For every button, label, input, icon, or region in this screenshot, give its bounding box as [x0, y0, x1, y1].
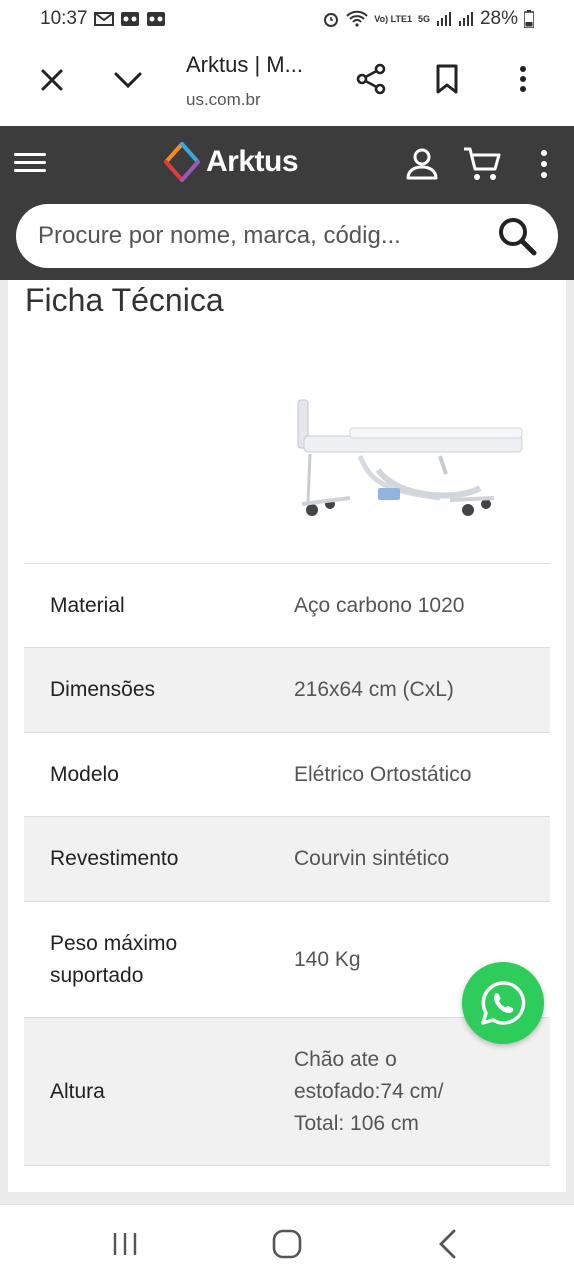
status-left: 10:37: [40, 8, 166, 30]
page-title: Arktus | M...: [186, 52, 303, 77]
product-image[interactable]: [290, 370, 530, 540]
whatsapp-button[interactable]: [462, 962, 544, 1044]
arktus-logo-icon: [164, 142, 200, 182]
wifi-icon: [346, 10, 368, 27]
close-icon: [41, 69, 63, 91]
bookmark-button[interactable]: [428, 60, 466, 98]
signal-icon: [436, 12, 451, 26]
spec-row: Dimensões 216x64 cm (CxL): [24, 648, 550, 733]
spec-label: Peso máximo suportado: [50, 931, 178, 987]
section-title: Ficha Técnica: [25, 282, 224, 318]
spec-label: Dimensões: [50, 678, 156, 701]
spec-value: 216x64 cm (CxL): [294, 678, 454, 701]
volte-label: Vo) LTE1: [374, 13, 412, 24]
search-icon: [499, 218, 537, 256]
browser-toolbar: Arktus | M... us.com.br: [0, 38, 574, 126]
minimize-button[interactable]: [110, 62, 146, 98]
site-logo[interactable]: Arktus: [162, 142, 299, 182]
network-label: 5G: [417, 13, 430, 24]
alarm-icon: [324, 13, 339, 27]
more-vert-icon-2: [541, 150, 547, 178]
search-input[interactable]: [38, 222, 494, 250]
cart-button[interactable]: [462, 144, 502, 184]
spec-row: Altura Chão ate o estofado:74 cm/ Total:…: [24, 1018, 550, 1166]
spec-value: Elétrico Ortostático: [294, 762, 472, 786]
share-button[interactable]: [352, 60, 390, 98]
account-button[interactable]: [404, 146, 440, 182]
site-header: Arktus: [0, 126, 574, 280]
site-more-button[interactable]: [530, 146, 558, 182]
close-tab-button[interactable]: [34, 62, 70, 98]
android-nav-bar: [0, 1204, 574, 1280]
battery-percent: 28%: [479, 8, 518, 29]
spec-label: Modelo: [50, 762, 119, 786]
status-right: Vo) LTE1 5G 28%: [322, 8, 534, 30]
share-icon: [356, 63, 386, 95]
signal-icon-2: [458, 12, 473, 26]
page-url[interactable]: us.com.br: [186, 90, 261, 110]
voicemail-icon: [120, 12, 139, 26]
back-icon: [439, 1229, 456, 1259]
spec-value: Chão ate o estofado:74 cm/ Total: 106 cm: [294, 1047, 444, 1135]
spec-table: Material Aço carbono 1020 Dimensões 216x…: [24, 563, 550, 1166]
battery-icon: [524, 10, 534, 28]
home-icon: [272, 1229, 302, 1259]
spec-row: Modelo Elétrico Ortostático: [24, 733, 550, 817]
spec-label: Altura: [50, 1079, 105, 1103]
spec-value: Courvin sintético: [294, 847, 450, 870]
spec-card: Ficha Técnica Material Aço carbono 1020 …: [8, 280, 566, 1192]
back-button[interactable]: [434, 1227, 462, 1261]
user-icon: [406, 148, 438, 180]
home-button[interactable]: [270, 1227, 304, 1261]
recents-icon: [113, 1233, 137, 1255]
gmail-icon: [93, 12, 114, 26]
spec-value: Aço carbono 1020: [294, 593, 465, 617]
spec-row: Material Aço carbono 1020: [24, 564, 550, 648]
shopping-cart-icon: [464, 147, 501, 180]
more-vert-icon: [520, 66, 526, 92]
recents-button[interactable]: [110, 1229, 140, 1259]
status-bar: 10:37 Vo) LTE1 5G 28%: [0, 0, 574, 38]
logo-text: Arktus: [206, 145, 299, 178]
whatsapp-icon: [481, 981, 526, 1025]
status-time: 10:37: [40, 8, 88, 29]
chevron-down-icon: [114, 72, 142, 89]
search-button[interactable]: [494, 213, 540, 259]
hamburger-menu-button[interactable]: [14, 148, 50, 180]
spec-label: Material: [50, 593, 125, 617]
voicemail-icon-2: [146, 12, 165, 26]
browser-menu-button[interactable]: [504, 60, 542, 98]
bookmark-icon: [436, 64, 458, 94]
spec-row: Revestimento Courvin sintético: [24, 817, 550, 902]
search-bar: [16, 204, 558, 268]
spec-label: Revestimento: [50, 847, 179, 870]
